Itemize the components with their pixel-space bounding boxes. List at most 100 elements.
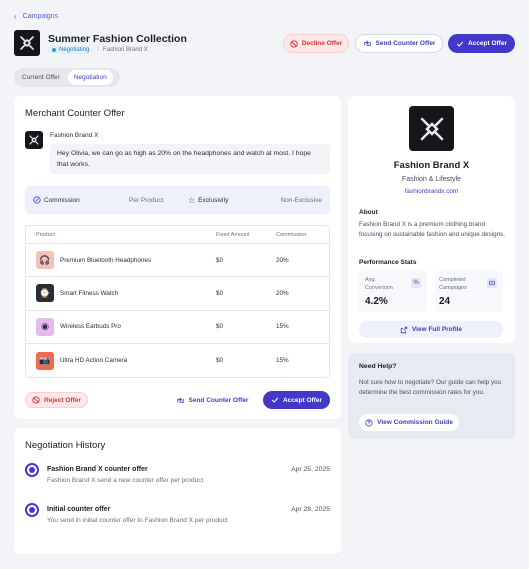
column-fixed-amount: Fixed Amount xyxy=(216,231,250,238)
campaign-icon xyxy=(487,278,497,288)
history-description: Fashion Brand X send a new counter offer… xyxy=(47,477,204,484)
table-row: 🎧 Premium Bluetooth Headphones $0 20% xyxy=(26,244,329,278)
tab-negotiation[interactable]: Negotiation xyxy=(67,70,113,85)
brand-profile-card: Fashion Brand X Fashion & Lifestyle fash… xyxy=(348,96,515,343)
commission-label: Commission xyxy=(44,196,80,204)
reject-offer-label: Reject Offer xyxy=(44,396,81,404)
stat-value: 24 xyxy=(439,296,451,307)
fixed-amount: $0 xyxy=(216,323,224,331)
brand-mark-icon xyxy=(420,117,443,140)
separator: / xyxy=(97,47,100,53)
send-counter-offer-button[interactable]: Send Counter Offer xyxy=(355,34,443,53)
commission-term: Commission xyxy=(33,196,80,204)
table-header: Product Fixed Amount Commission xyxy=(26,226,329,244)
percent-circle-icon xyxy=(33,196,41,204)
exclusivity-label: Exclusivity xyxy=(198,196,229,204)
counter-offer-icon xyxy=(176,396,184,403)
view-full-profile-button[interactable]: View Full Profile xyxy=(359,321,503,338)
column-product: Product xyxy=(36,231,55,238)
commission-rate: 15% xyxy=(276,323,289,331)
timeline-dot-icon xyxy=(25,463,39,477)
help-circle-icon xyxy=(365,418,373,427)
history-date: Apr 25, 2025 xyxy=(291,466,330,473)
watch-thumbnail: ⌚ xyxy=(36,284,54,303)
chevron-left-icon: ‹ xyxy=(14,12,17,21)
fixed-amount: $0 xyxy=(216,289,224,297)
accept-offer-label: Accept Offer xyxy=(282,396,322,404)
about-text: Fashion Brand X is a premium clothing br… xyxy=(359,221,505,238)
fixed-amount: $0 xyxy=(216,357,224,365)
help-card: Need Help? Not sure how to negotiate? Ou… xyxy=(348,353,515,439)
decline-offer-button[interactable]: Decline Offer xyxy=(283,34,349,53)
breadcrumb[interactable]: ‹ Campaigns xyxy=(14,12,58,21)
help-text: Not sure how to negotiate? Our guide can… xyxy=(359,379,502,396)
decline-offer-label: Decline Offer xyxy=(301,40,343,47)
products-table: Product Fixed Amount Commission 🎧 Premiu… xyxy=(25,225,330,378)
view-commission-guide-button[interactable]: View Commission Guide xyxy=(359,414,459,431)
brand-logo-large xyxy=(409,106,454,151)
stat-avg-conversion: Avg. Conversion % 4.2% xyxy=(359,271,427,312)
tab-bar: Current Offer Negotiation xyxy=(14,68,120,87)
product-name: Premium Bluetooth Headphones xyxy=(60,256,152,264)
history-date: Apr 28, 2025 xyxy=(291,506,330,513)
view-full-profile-label: View Full Profile xyxy=(411,326,463,333)
counter-offer-icon xyxy=(363,40,371,46)
stat-label: Completed Campaigns xyxy=(439,276,467,292)
section-title: Merchant Counter Offer xyxy=(25,108,125,119)
about-heading: About xyxy=(359,209,378,216)
send-counter-offer-label: Send Counter Offer xyxy=(188,396,249,404)
product-cell: 🎧 Premium Bluetooth Headphones xyxy=(26,251,216,270)
camera-thumbnail: 📷 xyxy=(36,351,54,370)
brand-name: Fashion Brand X xyxy=(393,160,470,171)
send-counter-offer-button[interactable]: Send Counter Offer xyxy=(168,391,256,409)
headphones-thumbnail: 🎧 xyxy=(36,251,54,270)
star-icon: ☆ xyxy=(188,195,196,205)
stat-label-line: Campaigns xyxy=(439,285,467,291)
history-content: Fashion Brand X counter offer Fashion Br… xyxy=(47,463,283,484)
column-commission: Commission xyxy=(276,231,307,238)
offer-message: Hey Olivia, we can go as high as 20% on … xyxy=(50,144,330,174)
stat-label-line: Avg. xyxy=(365,277,376,283)
send-counter-offer-label: Send Counter Offer xyxy=(375,40,436,47)
negotiation-history-card: Negotiation History Fashion Brand X coun… xyxy=(14,428,341,554)
product-cell: ◉ Wireless Earbuds Pro xyxy=(26,317,216,336)
reject-offer-button[interactable]: Reject Offer xyxy=(25,392,88,408)
history-content: Initial counter offer You send in initia… xyxy=(47,503,283,524)
stat-value: 4.2% xyxy=(365,296,388,307)
sender-name: Fashion Brand X xyxy=(50,132,99,139)
exclusivity-term: ☆ Exclusivity xyxy=(188,196,229,205)
accept-offer-button[interactable]: Accept Offer xyxy=(263,391,330,409)
product-name: Ultra HD Action Camera xyxy=(60,357,128,365)
stat-label-line: Completed xyxy=(439,277,466,283)
commission-rate: 15% xyxy=(276,357,289,365)
merchant-counter-offer-card: Merchant Counter Offer Fashion Brand X H… xyxy=(14,96,341,419)
stat-label-line: Conversion xyxy=(365,285,393,291)
table-row: ◉ Wireless Earbuds Pro $0 15% xyxy=(26,311,329,344)
check-icon xyxy=(271,397,279,403)
commission-rate: 20% xyxy=(276,256,289,264)
accept-offer-button[interactable]: Accept Offer xyxy=(448,34,515,53)
history-item: Fashion Brand X counter offer Fashion Br… xyxy=(25,463,330,484)
brand-mark-icon xyxy=(20,36,34,50)
external-link-icon xyxy=(400,326,408,333)
brand-category: Fashion & Lifestyle xyxy=(401,176,462,183)
table-row: 📷 Ultra HD Action Camera $0 15% xyxy=(26,344,329,377)
history-title: Initial counter offer xyxy=(47,506,111,513)
timeline-dot-icon xyxy=(25,503,39,517)
status-badge: Negotiating xyxy=(48,46,94,54)
page-title: Summer Fashion Collection xyxy=(48,33,187,45)
section-title: Negotiation History xyxy=(25,440,106,451)
stat-label: Avg. Conversion xyxy=(365,276,393,292)
stats-heading: Performance Stats xyxy=(359,259,417,266)
sender-avatar xyxy=(25,131,43,149)
breadcrumb-label: Campaigns xyxy=(22,13,59,20)
history-item: Initial counter offer You send in initia… xyxy=(25,503,330,524)
brand-logo xyxy=(14,30,40,56)
percent-icon: % xyxy=(411,278,421,288)
history-description: You send in initial counter offer to Fas… xyxy=(47,517,228,524)
help-heading: Need Help? xyxy=(359,363,397,370)
brand-link[interactable]: Fashion Brand X xyxy=(103,47,148,53)
product-cell: 📷 Ultra HD Action Camera xyxy=(26,351,216,370)
tab-current-offer[interactable]: Current Offer xyxy=(16,70,66,85)
brand-website-link[interactable]: fashionbrandx.com xyxy=(348,188,515,195)
